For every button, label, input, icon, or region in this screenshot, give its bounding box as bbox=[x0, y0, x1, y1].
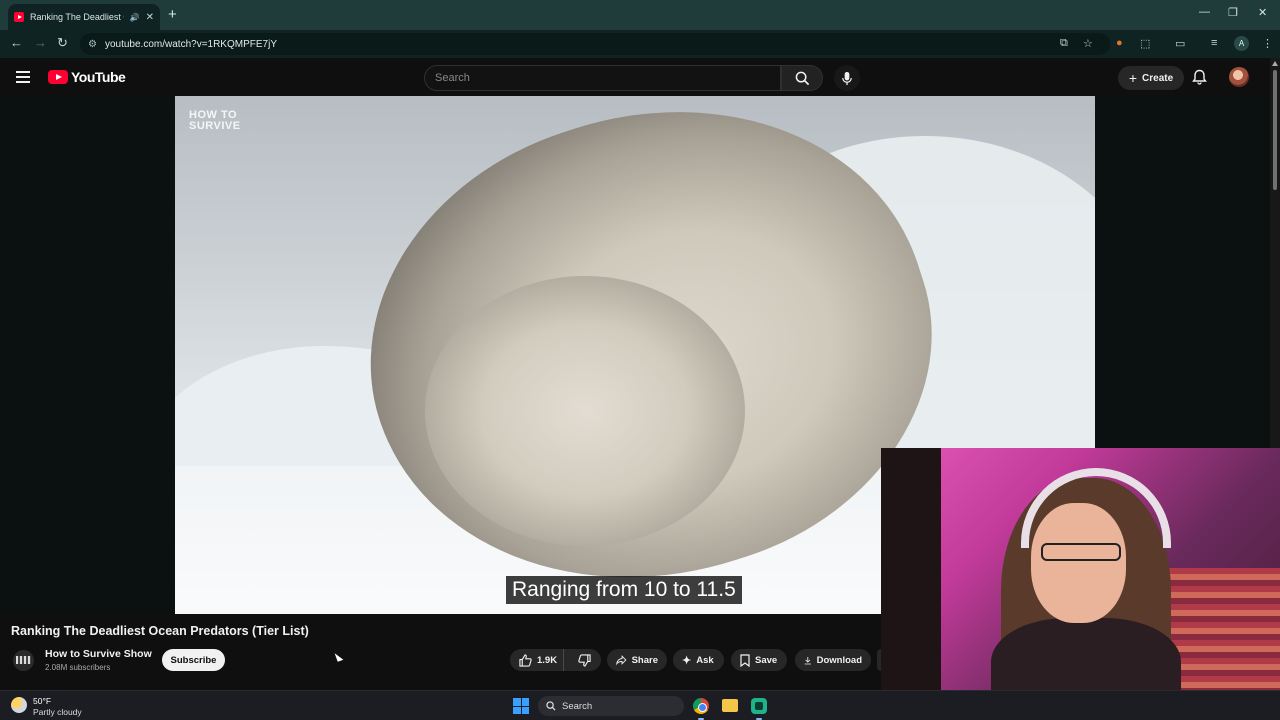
search-button[interactable] bbox=[781, 65, 823, 91]
save-button[interactable]: Save bbox=[731, 649, 787, 671]
media-controls-icon[interactable]: ≡ bbox=[1211, 37, 1217, 49]
tab-title: Ranking The Deadliest Oce bbox=[30, 12, 124, 22]
reload-icon[interactable]: ↻ bbox=[57, 35, 68, 51]
like-dislike-group: 1.9K bbox=[510, 649, 601, 671]
browser-toolbar: ← → ↻ ⚙ youtube.com/watch?v=1RKQMPFE7jY … bbox=[0, 30, 1280, 58]
taskbar-search-box[interactable]: Search bbox=[538, 696, 684, 716]
subscribe-button[interactable]: Subscribe bbox=[162, 649, 225, 671]
scroll-up-arrow-icon[interactable] bbox=[1272, 61, 1278, 66]
like-count: 1.9K bbox=[537, 654, 558, 666]
url-text: youtube.com/watch?v=1RKQMPFE7jY bbox=[104, 38, 277, 50]
close-window-button[interactable]: ✕ bbox=[1258, 6, 1267, 19]
streaming-app-icon[interactable] bbox=[751, 698, 767, 714]
forward-icon[interactable]: → bbox=[34, 35, 47, 50]
ask-button[interactable]: ✦ Ask bbox=[673, 649, 724, 671]
download-button[interactable]: Download bbox=[795, 649, 871, 671]
webcam-background-wall bbox=[881, 448, 941, 720]
file-explorer-icon[interactable] bbox=[722, 699, 738, 712]
search-icon bbox=[795, 71, 809, 85]
new-tab-button[interactable]: + bbox=[168, 6, 177, 23]
share-button[interactable]: Share bbox=[607, 649, 667, 671]
headset-image bbox=[1021, 468, 1171, 548]
weather-description[interactable]: Partly cloudy bbox=[33, 707, 82, 717]
search-input[interactable]: Search bbox=[424, 65, 781, 91]
browser-profile-avatar[interactable]: A bbox=[1234, 36, 1249, 51]
share-label: Share bbox=[631, 654, 658, 666]
youtube-play-icon bbox=[48, 70, 68, 84]
voice-search-button[interactable] bbox=[834, 65, 860, 91]
youtube-logo-text: YouTube bbox=[71, 69, 126, 85]
chrome-icon[interactable] bbox=[693, 698, 709, 714]
browser-menu-icon[interactable]: ⋮ bbox=[1262, 37, 1273, 50]
channel-watermark: HOW TO SURVIVE bbox=[189, 110, 241, 132]
create-label: Create bbox=[1142, 72, 1174, 84]
video-title: Ranking The Deadliest Ocean Predators (T… bbox=[11, 624, 309, 638]
account-avatar[interactable] bbox=[1229, 67, 1249, 87]
windows-taskbar: 50°F Partly cloudy Search bbox=[0, 690, 1280, 720]
speaker-icon[interactable]: 🔊 bbox=[130, 13, 140, 22]
subscriber-count: 2.08M subscribers bbox=[45, 663, 111, 672]
plus-icon: + bbox=[1128, 70, 1138, 86]
hamburger-menu-icon[interactable] bbox=[16, 71, 30, 83]
windows-start-icon[interactable] bbox=[513, 698, 529, 714]
address-bar[interactable]: ⚙ youtube.com/watch?v=1RKQMPFE7jY bbox=[80, 33, 1110, 55]
ask-label: Ask bbox=[696, 654, 714, 666]
page-background-right bbox=[1095, 96, 1270, 448]
scrollbar-thumb[interactable] bbox=[1273, 70, 1277, 190]
restore-button[interactable]: ❐ bbox=[1228, 6, 1238, 19]
leopard-seal-head-image bbox=[425, 276, 745, 546]
extensions-puzzle-icon[interactable]: ⬚ bbox=[1140, 37, 1150, 50]
taskbar-search-icon bbox=[546, 701, 556, 711]
watermark-line-2: SURVIVE bbox=[189, 120, 241, 132]
bookmark-star-icon[interactable]: ☆ bbox=[1083, 37, 1093, 50]
like-button[interactable]: 1.9K bbox=[510, 649, 564, 671]
install-app-icon[interactable]: ⧉ bbox=[1060, 37, 1068, 50]
create-button[interactable]: + Create bbox=[1118, 66, 1184, 90]
site-info-icon[interactable]: ⚙ bbox=[88, 39, 97, 50]
extension-icon[interactable]: ● bbox=[1116, 37, 1123, 49]
dislike-button[interactable] bbox=[569, 653, 601, 667]
download-icon bbox=[804, 656, 811, 664]
sparkle-icon: ✦ bbox=[682, 654, 692, 667]
notifications-bell-icon[interactable] bbox=[1192, 69, 1207, 85]
minimize-button[interactable]: — bbox=[1199, 6, 1210, 18]
bookmark-icon bbox=[740, 653, 750, 667]
partly-cloudy-weather-icon[interactable] bbox=[11, 697, 27, 713]
save-label: Save bbox=[755, 654, 778, 666]
microphone-icon bbox=[842, 71, 852, 85]
youtube-header: YouTube Search + Create bbox=[0, 58, 1280, 96]
tab-close-button[interactable]: ✕ bbox=[146, 12, 154, 23]
thumbs-down-icon bbox=[578, 653, 591, 667]
browser-tabstrip: Ranking The Deadliest Oce 🔊 ✕ + — ❐ ✕ bbox=[0, 0, 1280, 30]
browser-tab-active[interactable]: Ranking The Deadliest Oce 🔊 ✕ bbox=[8, 4, 160, 30]
weather-temperature[interactable]: 50°F bbox=[33, 696, 51, 706]
side-panel-icon[interactable]: ▭ bbox=[1175, 37, 1185, 50]
taskbar-search-label: Search bbox=[562, 700, 593, 712]
mouse-cursor-icon bbox=[334, 651, 344, 662]
streamer-webcam-overlay bbox=[881, 448, 1280, 720]
thumbs-up-icon bbox=[519, 653, 532, 667]
youtube-favicon-icon bbox=[14, 12, 24, 22]
video-caption: Ranging from 10 to 11.5 bbox=[506, 576, 742, 604]
back-icon[interactable]: ← bbox=[10, 35, 23, 50]
channel-name[interactable]: How to Survive Show bbox=[45, 648, 152, 660]
youtube-logo[interactable]: YouTube bbox=[48, 69, 126, 85]
channel-avatar[interactable] bbox=[13, 650, 34, 671]
share-arrow-icon bbox=[616, 655, 627, 666]
download-label: Download bbox=[816, 654, 862, 666]
page-background-left bbox=[0, 96, 175, 614]
